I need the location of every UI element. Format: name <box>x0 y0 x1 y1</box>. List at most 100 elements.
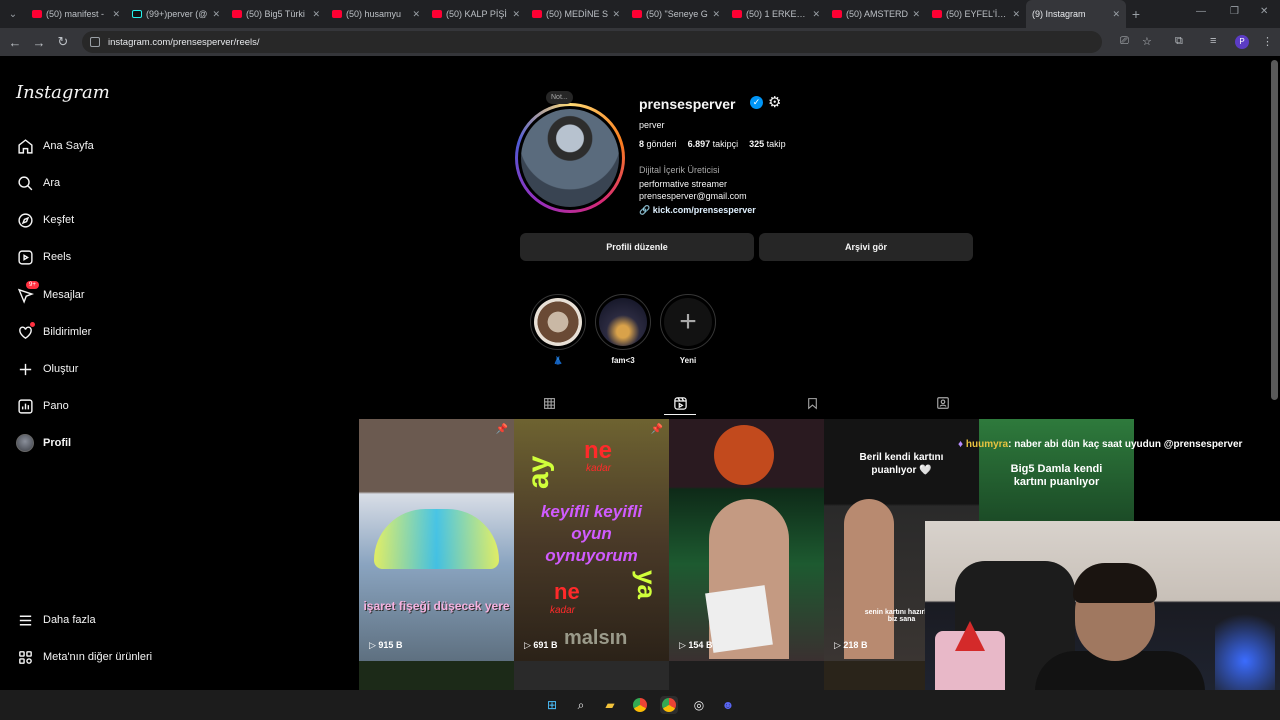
youtube-icon <box>632 10 642 18</box>
reel-overlay-text: ya <box>631 570 662 599</box>
reel-thumbnail[interactable] <box>514 661 669 691</box>
media-controls-icon[interactable]: ≡ <box>1210 35 1216 47</box>
sidebar-item-create[interactable]: Oluştur <box>16 360 78 378</box>
messenger-icon: 9+ <box>16 281 39 304</box>
browser-tab[interactable]: (50) EYFEL'İN A ✕ <box>926 0 1026 28</box>
sidebar-item-dashboard[interactable]: Pano <box>16 397 69 415</box>
chrome-icon[interactable] <box>660 696 678 714</box>
profile-picture[interactable] <box>515 103 625 213</box>
windows-taskbar: ⊞ ⌕ ▰ ◎ ☻ <box>0 690 1280 720</box>
chrome-icon[interactable] <box>631 696 649 714</box>
search-icon[interactable]: ⌕ <box>572 696 590 714</box>
windows-start-icon[interactable]: ⊞ <box>543 696 561 714</box>
install-app-icon[interactable]: ⎚ <box>1120 35 1129 48</box>
edit-profile-button[interactable]: Profili düzenle <box>520 233 754 261</box>
profile-external-link[interactable]: 🔗 kick.com/prensesperver <box>639 205 756 216</box>
back-icon[interactable]: ← <box>3 35 27 50</box>
instagram-logo[interactable]: Instagram <box>16 82 110 103</box>
tab-saved-icon[interactable] <box>804 395 820 411</box>
highlight-label: 👗 <box>553 356 563 365</box>
close-tab-icon[interactable]: ✕ <box>212 9 220 20</box>
sidebar-item-notifications[interactable]: Bildirimler <box>16 322 92 341</box>
close-tab-icon[interactable]: ✕ <box>112 9 120 20</box>
close-tab-icon[interactable]: ✕ <box>412 9 420 20</box>
browser-tab[interactable]: (50) husamyu ✕ <box>326 0 426 28</box>
browser-tab[interactable]: (50) "Seneye G ✕ <box>626 0 726 28</box>
close-tab-icon[interactable]: ✕ <box>512 9 520 20</box>
tab-reels-icon[interactable] <box>672 395 688 411</box>
close-tab-icon[interactable]: ✕ <box>612 9 620 20</box>
browser-profile-avatar[interactable]: P <box>1235 35 1249 49</box>
close-tab-icon[interactable]: ✕ <box>812 9 820 20</box>
sidebar-item-reels[interactable]: Reels <box>16 248 71 266</box>
close-tab-icon[interactable]: ✕ <box>1112 9 1120 20</box>
browser-tab[interactable]: (50) AMSTERD ✕ <box>826 0 926 28</box>
view-archive-button[interactable]: Arşivi gör <box>759 233 973 261</box>
reel-overlay-text: kadar <box>550 605 576 616</box>
reel-caption: Beril kendi kartını puanlıyor 🤍 <box>859 452 944 476</box>
sidebar-item-explore[interactable]: Keşfet <box>16 211 74 229</box>
note-bubble[interactable]: Not... <box>546 91 573 104</box>
home-icon <box>16 137 34 155</box>
close-window-icon[interactable]: ✕ <box>1260 6 1268 17</box>
reel-thumbnail[interactable] <box>824 661 925 691</box>
reel-views: ▷ 154 B <box>679 640 713 650</box>
file-explorer-icon[interactable]: ▰ <box>601 696 619 714</box>
plus-icon <box>16 360 34 378</box>
close-tab-icon[interactable]: ✕ <box>312 9 320 20</box>
minimize-icon[interactable]: — <box>1196 6 1206 17</box>
browser-tab[interactable]: (50) Big5 Türki ✕ <box>226 0 326 28</box>
sidebar-item-more[interactable]: Daha fazla <box>16 611 96 629</box>
sidebar-item-meta[interactable]: Meta'nın diğer ürünleri <box>16 648 152 666</box>
discord-icon[interactable]: ☻ <box>719 696 737 714</box>
new-tab-button[interactable]: + <box>1126 6 1146 22</box>
close-tab-icon[interactable]: ✕ <box>912 9 920 20</box>
browser-tab[interactable]: (50) 1 ERKEK v ✕ <box>726 0 826 28</box>
pin-icon: 📌 <box>495 424 508 435</box>
close-tab-icon[interactable]: ✕ <box>1012 9 1020 20</box>
youtube-icon <box>232 10 242 18</box>
address-bar[interactable]: instagram.com/prensesperver/reels/ <box>82 31 1102 53</box>
browser-tab[interactable]: (99+)perver (@ ✕ <box>126 0 226 28</box>
tab-tagged-icon[interactable] <box>935 395 951 411</box>
close-tab-icon[interactable]: ✕ <box>712 9 720 20</box>
sidebar-item-search[interactable]: Ara <box>16 174 60 192</box>
reel-overlay-text: ne <box>584 437 613 464</box>
sidebar-label: Bildirimler <box>43 326 92 338</box>
browser-tab[interactable]: (9) Instagram ✕ <box>1026 0 1126 28</box>
extensions-icon[interactable]: ⧉ <box>1175 35 1183 48</box>
reel-thumbnail[interactable]: 📌 işaret fişeği düşecek yere ▷ 915 B <box>359 419 514 661</box>
sidebar-label: Reels <box>43 251 72 263</box>
reel-thumbnail[interactable]: ▷ 154 B <box>669 419 824 661</box>
maximize-icon[interactable]: ❐ <box>1230 6 1239 17</box>
reel-thumbnail[interactable] <box>359 661 514 691</box>
obs-icon[interactable]: ◎ <box>690 696 708 714</box>
tab-title: (50) EYFEL'İN A <box>946 9 1009 19</box>
reel-thumbnail[interactable]: Big5 Damla kendi kartını puanlıyor <box>979 419 1134 524</box>
sidebar-label: Profil <box>43 437 72 449</box>
reel-thumbnail[interactable]: 📌 ay ne kadar keyifli keyifli oyun oynuy… <box>514 419 669 661</box>
story-highlight[interactable]: 👗 <box>530 294 586 365</box>
tab-posts-grid-icon[interactable] <box>541 395 557 411</box>
reel-overlay-text: malsın <box>564 627 628 649</box>
sidebar-item-home[interactable]: Ana Sayfa <box>16 137 94 155</box>
reload-icon[interactable]: ↻ <box>51 34 75 50</box>
forward-icon[interactable]: → <box>27 35 51 50</box>
settings-gear-icon[interactable]: ⚙ <box>768 93 781 111</box>
bookmark-star-icon[interactable]: ☆ <box>1142 35 1152 48</box>
browser-tab[interactable]: (50) KALP PİŞİ ✕ <box>426 0 526 28</box>
browser-tab[interactable]: (50) manifest - ✕ <box>26 0 126 28</box>
browser-menu-icon[interactable]: ⋮ <box>1262 35 1273 48</box>
story-highlight[interactable]: fam<3 <box>595 294 651 365</box>
browser-tab[interactable]: (50) MEDİNE S ✕ <box>526 0 626 28</box>
new-highlight-button[interactable]: + Yeni <box>660 294 716 365</box>
site-info-icon[interactable] <box>90 37 100 47</box>
following-stat[interactable]: 325 takip <box>749 139 786 149</box>
tab-search-icon[interactable]: ⌄ <box>0 0 26 28</box>
page-scrollbar[interactable] <box>1271 60 1278 400</box>
followers-stat[interactable]: 6.897 takipçi <box>688 139 739 149</box>
sidebar-item-messages[interactable]: 9+ Mesajlar <box>16 281 85 304</box>
profile-bio-line: performative streamer <box>639 179 728 189</box>
reel-thumbnail[interactable] <box>669 661 824 691</box>
sidebar-item-profile[interactable]: Profil <box>16 434 71 452</box>
